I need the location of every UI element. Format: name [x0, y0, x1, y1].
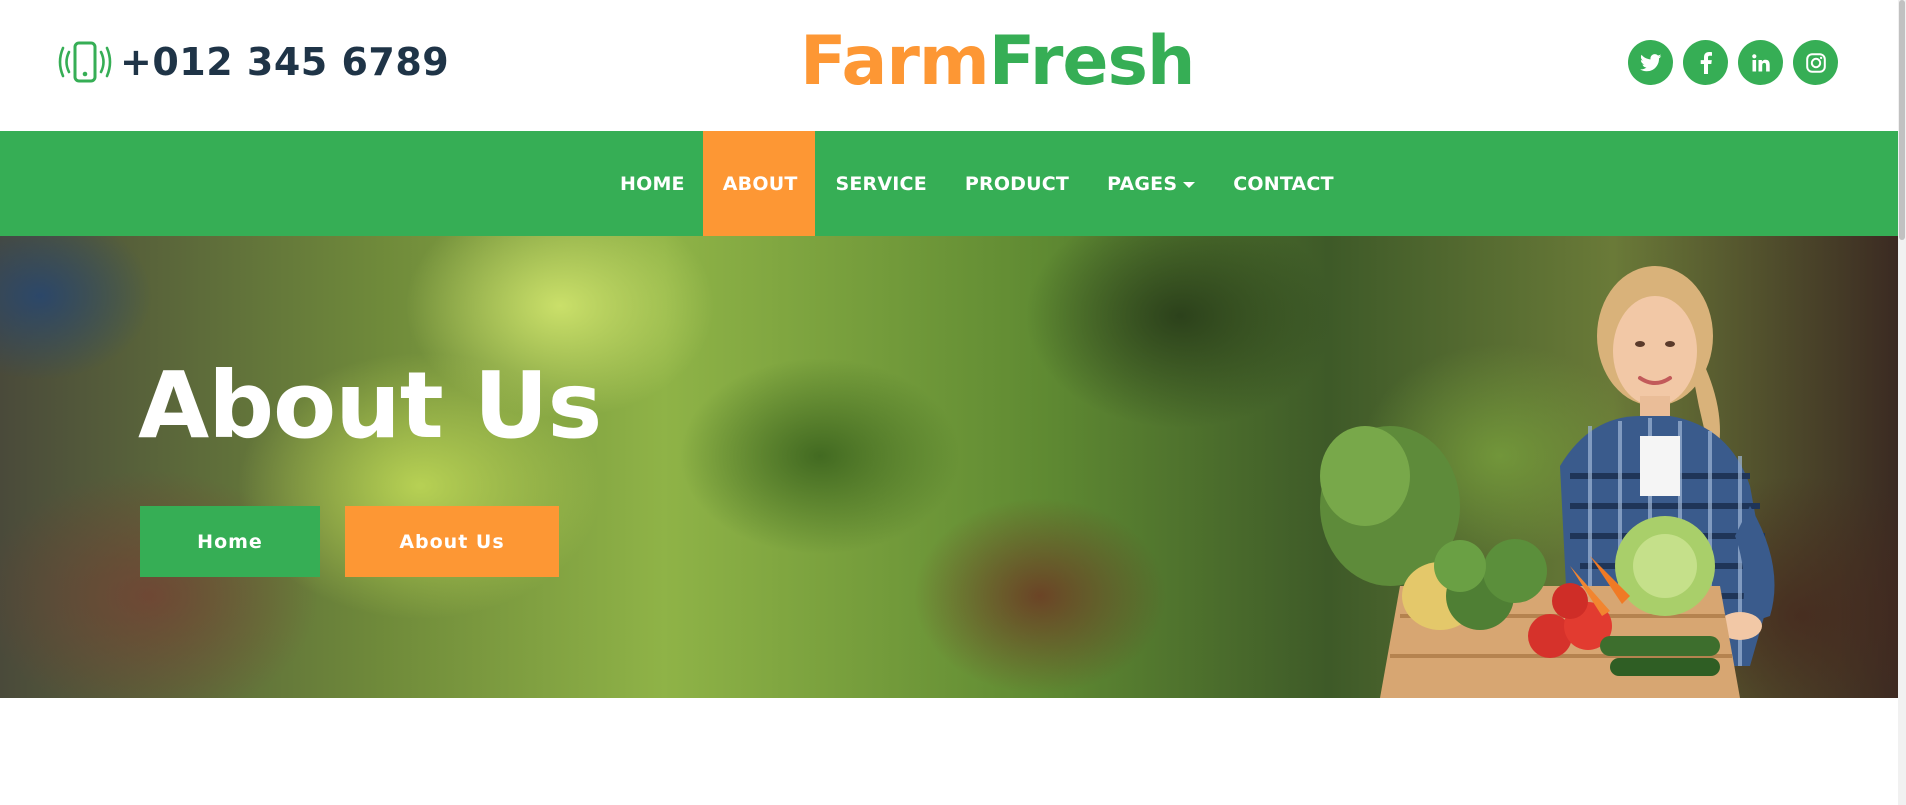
nav-item-product[interactable]: PRODUCT: [945, 131, 1087, 236]
nav-menu: HOME ABOUT SERVICE PRODUCT PAGES CONTACT: [600, 131, 1352, 236]
nav-item-pages-label: PAGES: [1107, 172, 1178, 195]
farmer-with-vegetables-image: [1320, 266, 1775, 698]
top-header: +012 345 6789 FarmFresh: [0, 0, 1898, 131]
instagram-button[interactable]: [1793, 40, 1838, 85]
breadcrumb-home-button[interactable]: Home: [140, 506, 320, 577]
nav-item-home[interactable]: HOME: [600, 131, 703, 236]
social-links: [1628, 40, 1838, 85]
page-header-hero: About Us Home About Us: [0, 236, 1898, 698]
nav-item-service[interactable]: SERVICE: [815, 131, 944, 236]
page-title: About Us: [138, 352, 602, 459]
instagram-icon: [1805, 52, 1826, 73]
nav-item-contact[interactable]: CONTACT: [1213, 131, 1352, 236]
twitter-icon: [1639, 53, 1661, 71]
main-navbar: HOME ABOUT SERVICE PRODUCT PAGES CONTACT: [0, 131, 1898, 236]
mobile-phone-vibrate-icon: [58, 40, 112, 84]
scrollbar-thumb[interactable]: [1899, 0, 1905, 240]
nav-item-pages[interactable]: PAGES: [1087, 131, 1213, 236]
logo-farm: Farm: [800, 22, 990, 101]
caret-down-icon: [1183, 181, 1196, 188]
breadcrumb-current-button[interactable]: About Us: [345, 506, 559, 577]
phone-number: +012 345 6789: [120, 40, 450, 84]
nav-item-about[interactable]: ABOUT: [702, 131, 816, 236]
twitter-button[interactable]: [1628, 40, 1673, 85]
facebook-icon: [1700, 51, 1712, 74]
vertical-scrollbar[interactable]: [1898, 0, 1906, 805]
linkedin-icon: [1751, 53, 1770, 71]
linkedin-button[interactable]: [1738, 40, 1783, 85]
logo-fresh: Fresh: [988, 22, 1196, 101]
phone-contact: +012 345 6789: [58, 40, 449, 84]
facebook-button[interactable]: [1683, 40, 1728, 85]
site-logo[interactable]: FarmFresh: [800, 20, 1196, 104]
